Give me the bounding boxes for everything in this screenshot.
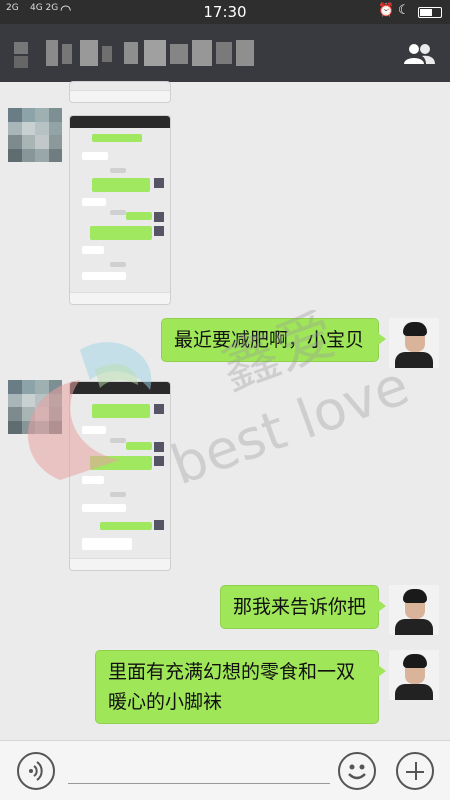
my-avatar[interactable]	[389, 585, 439, 635]
watermark-text-en: best love	[163, 353, 417, 497]
alarm-icon: ⏰	[378, 3, 395, 18]
emoji-icon[interactable]	[338, 752, 376, 790]
moon-icon: ☾	[398, 3, 410, 18]
message-input[interactable]	[68, 783, 330, 784]
message-bubble-outgoing[interactable]: 最近要减肥啊，小宝贝	[161, 318, 386, 362]
message-image-screenshot[interactable]	[70, 382, 170, 570]
my-avatar[interactable]	[389, 650, 439, 700]
chat-area[interactable]: 最近要减肥啊，小宝贝 鑫爱 best love 那我来告诉你把 里面有充满幻想的…	[0, 82, 450, 740]
bubble-line: 暖心的小脚袜	[108, 691, 223, 713]
plus-icon[interactable]	[396, 752, 434, 790]
message-bubble-outgoing[interactable]: 里面有充满幻想的零食和一双 暖心的小脚袜	[95, 650, 386, 724]
voice-icon[interactable]	[17, 752, 55, 790]
chat-title-pixelated	[40, 38, 270, 68]
message-image-screenshot[interactable]	[70, 116, 170, 304]
message-bubble-outgoing[interactable]: 那我来告诉你把	[220, 585, 386, 629]
status-bar: 2G 4G 2G ◠ 17:30 ⏰ ☾	[0, 0, 450, 24]
my-avatar[interactable]	[389, 318, 439, 368]
input-bar	[0, 740, 450, 800]
chat-header	[0, 24, 450, 82]
contact-avatar[interactable]	[8, 380, 62, 434]
contact-avatar[interactable]	[8, 108, 62, 162]
message-image-partial[interactable]	[70, 82, 170, 102]
contacts-group-icon[interactable]	[402, 42, 436, 66]
bubble-line: 里面有充满幻想的零食和一双	[108, 661, 356, 683]
battery-icon	[418, 7, 442, 18]
